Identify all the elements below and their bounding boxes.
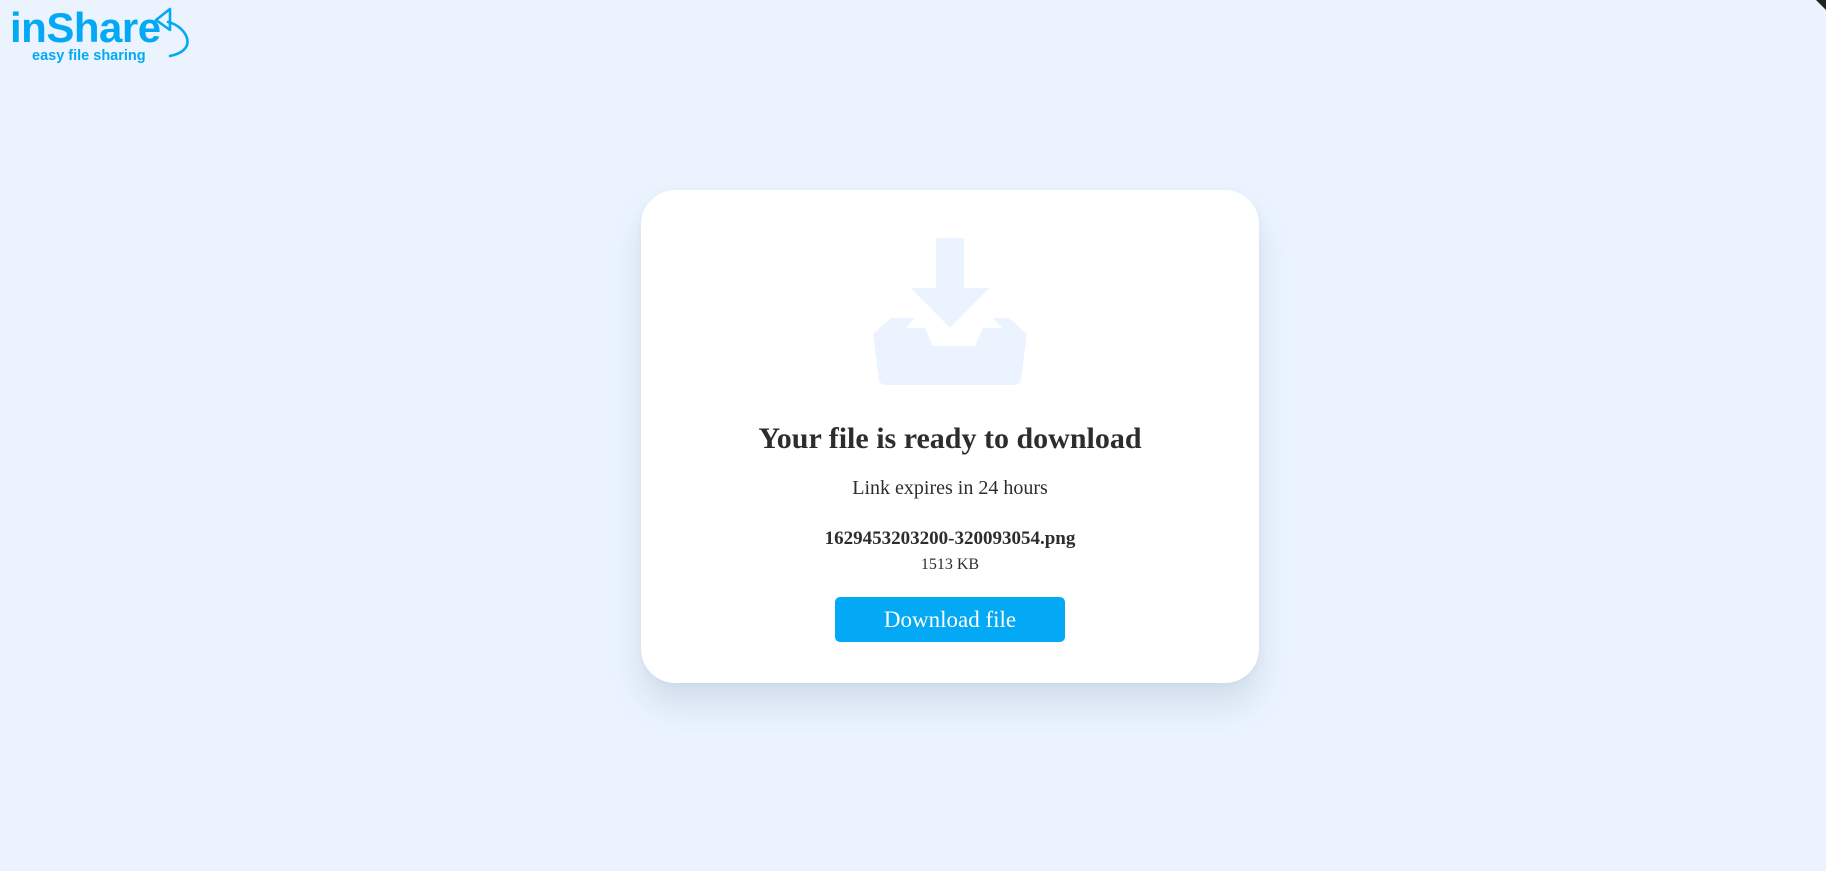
corner-mark [1816,0,1826,10]
download-card: Your file is ready to download Link expi… [641,190,1259,683]
expiry-text: Link expires in 24 hours [852,477,1048,499]
file-name: 1629453203200-320093054.png [824,528,1076,549]
download-tray-icon [873,238,1027,385]
brand-logo[interactable]: inShare easy file sharing [10,6,190,68]
page-title: Your file is ready to download [758,422,1142,455]
arrow-swoosh-icon [154,7,189,58]
file-size: 1513 KB [920,556,980,573]
download-file-button[interactable]: Download file [835,597,1065,642]
